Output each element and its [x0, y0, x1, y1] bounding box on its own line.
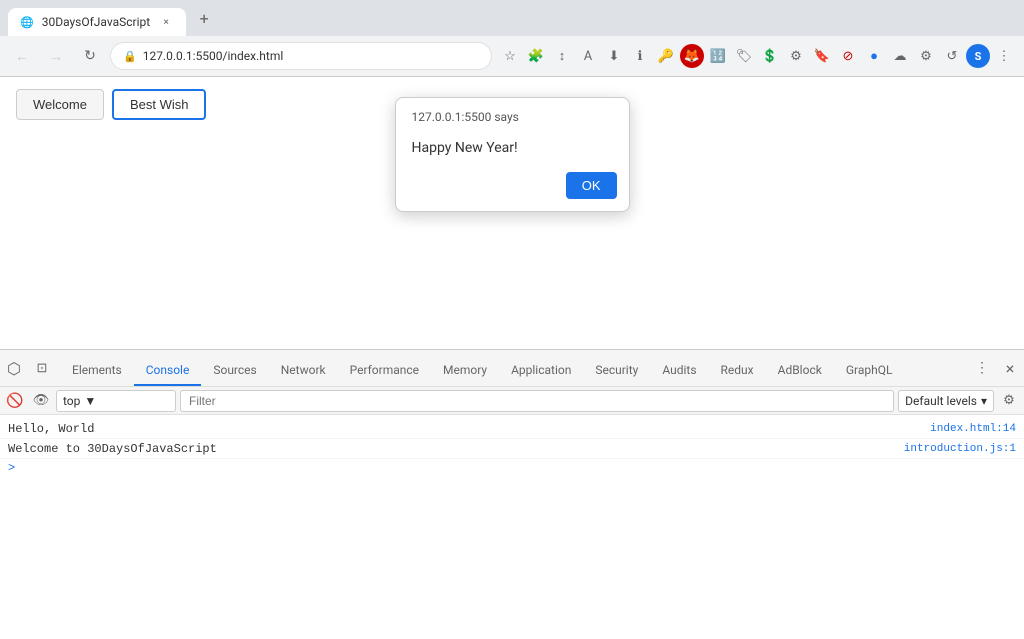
tab-bar: 🌐 30DaysOfJavaScript × +	[0, 0, 1024, 36]
blue-circle-icon[interactable]: ●	[862, 44, 886, 68]
url-text: 127.0.0.1:5500/index.html	[143, 49, 284, 63]
cloud-icon[interactable]: ☁	[888, 44, 912, 68]
save-icon[interactable]: ↕	[550, 44, 574, 68]
welcome-button[interactable]: Welcome	[16, 89, 104, 120]
console-text-1: Hello, World	[8, 422, 930, 436]
cog-icon[interactable]: ⚙	[914, 44, 938, 68]
dollar-icon[interactable]: 💲	[758, 44, 782, 68]
best-wish-button[interactable]: Best Wish	[112, 89, 207, 120]
firefox-icon[interactable]: 🦊	[680, 44, 704, 68]
tab-graphql[interactable]: GraphQL	[834, 356, 905, 386]
password-icon[interactable]: 🔑	[654, 44, 678, 68]
tab-elements[interactable]: Elements	[60, 356, 134, 386]
tab-console[interactable]: Console	[134, 356, 202, 386]
lock-icon: 🔒	[123, 50, 137, 63]
download-icon[interactable]: ⬇	[602, 44, 626, 68]
console-settings-button[interactable]: ⚙	[998, 390, 1020, 412]
alert-ok-button[interactable]: OK	[566, 172, 617, 199]
alert-dialog: 127.0.0.1:5500 says Happy New Year! OK	[395, 97, 630, 212]
bookmark-star-icon[interactable]: ☆	[498, 44, 522, 68]
profile-icon[interactable]: S	[966, 44, 990, 68]
numbers-icon[interactable]: 🔢	[706, 44, 730, 68]
alert-message: Happy New Year!	[396, 132, 629, 172]
page-content: Welcome Best Wish 127.0.0.1:5500 says Ha…	[0, 77, 1024, 349]
tab-redux[interactable]: Redux	[709, 356, 766, 386]
forward-button[interactable]: →	[42, 42, 70, 70]
device-emulation-icon[interactable]: ⊡	[28, 354, 56, 382]
translate-icon[interactable]: A	[576, 44, 600, 68]
clear-console-button[interactable]: 🚫	[4, 390, 26, 412]
log-levels-selector[interactable]: Default levels ▾	[898, 390, 994, 412]
url-bar[interactable]: 🔒 127.0.0.1:5500/index.html	[110, 42, 492, 70]
devtools-more-button[interactable]: ⋮	[968, 354, 996, 382]
console-source-2[interactable]: introduction.js:1	[904, 443, 1016, 455]
reload-button[interactable]: ↻	[76, 42, 104, 70]
console-output: Hello, World index.html:14 Welcome to 30…	[0, 415, 1024, 639]
menu-icon[interactable]: ⋮	[992, 44, 1016, 68]
bookmark-icon[interactable]: 🔖	[810, 44, 834, 68]
extensions-icon[interactable]: 🧩	[524, 44, 548, 68]
back-button[interactable]: ←	[8, 42, 36, 70]
tab-memory[interactable]: Memory	[431, 356, 499, 386]
tab-audits[interactable]: Audits	[650, 356, 708, 386]
tab-performance[interactable]: Performance	[338, 356, 431, 386]
console-settings-spacer: ⚙	[998, 390, 1020, 412]
alert-title: 127.0.0.1:5500 says	[396, 98, 629, 132]
console-line-2: Welcome to 30DaysOfJavaScript introducti…	[0, 439, 1024, 459]
browser-toolbar-icons: ☆ 🧩 ↕ A ⬇ ℹ 🔑 🦊 🔢 🏷 💲 ⚙ 🔖 ⊘ ● ☁ ⚙ ↺ S ⋮	[498, 44, 1016, 68]
filter-input[interactable]	[180, 390, 894, 412]
circle-icon[interactable]: ⊘	[836, 44, 860, 68]
tab-sources[interactable]: Sources	[201, 356, 268, 386]
log-levels-label: Default levels	[905, 394, 977, 408]
context-selector[interactable]: top ▼	[56, 390, 176, 412]
tab-favicon: 🌐	[20, 16, 34, 29]
tab-security[interactable]: Security	[583, 356, 650, 386]
active-tab[interactable]: 🌐 30DaysOfJavaScript ×	[8, 8, 186, 36]
devtools-close-button[interactable]: ×	[996, 354, 1024, 382]
tab-network[interactable]: Network	[269, 356, 338, 386]
filter-toggle-button[interactable]: 👁	[30, 390, 52, 412]
tag-icon[interactable]: 🏷	[732, 44, 756, 68]
console-toolbar: 🚫 👁 top ▼ Default levels ▾ ⚙	[0, 387, 1024, 415]
context-label: top	[63, 394, 80, 408]
refresh-icon[interactable]: ↺	[940, 44, 964, 68]
devtools-panel: ⬡ ⊡ Elements Console Sources Network Per…	[0, 349, 1024, 639]
context-dropdown-icon: ▼	[84, 394, 96, 408]
alert-footer: OK	[396, 172, 629, 211]
log-levels-dropdown-icon: ▾	[981, 394, 987, 408]
console-source-1[interactable]: index.html:14	[930, 423, 1016, 435]
info-icon[interactable]: ℹ	[628, 44, 652, 68]
tab-close-button[interactable]: ×	[158, 14, 174, 30]
console-input-line[interactable]: >	[0, 459, 1024, 477]
tab-adblock[interactable]: AdBlock	[766, 356, 834, 386]
console-caret: >	[8, 461, 23, 475]
console-line-1: Hello, World index.html:14	[0, 419, 1024, 439]
console-text-2: Welcome to 30DaysOfJavaScript	[8, 442, 904, 456]
new-tab-button[interactable]: +	[190, 4, 218, 32]
address-bar: ← → ↻ 🔒 127.0.0.1:5500/index.html ☆ 🧩 ↕ …	[0, 36, 1024, 76]
browser-chrome: 🌐 30DaysOfJavaScript × + ← → ↻ 🔒 127.0.0…	[0, 0, 1024, 77]
tab-application[interactable]: Application	[499, 356, 583, 386]
tab-title: 30DaysOfJavaScript	[42, 15, 150, 29]
devtools-tabs: Elements Console Sources Network Perform…	[56, 350, 968, 386]
inspect-element-icon[interactable]: ⬡	[0, 354, 28, 382]
settings-icon[interactable]: ⚙	[784, 44, 808, 68]
